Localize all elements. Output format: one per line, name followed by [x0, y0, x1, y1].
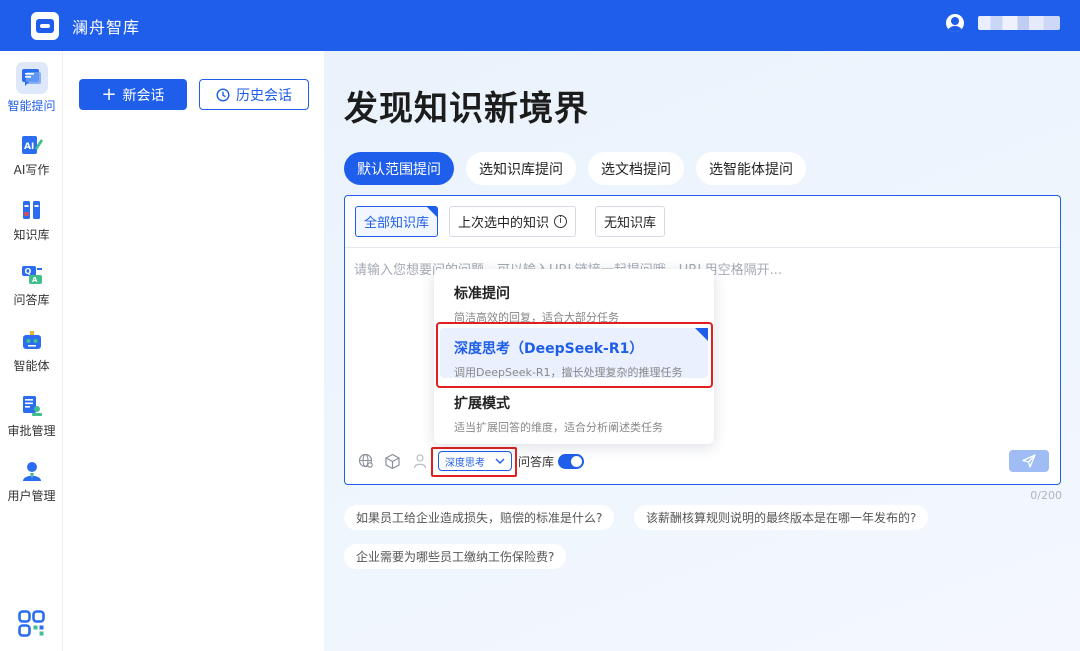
new-chat-button[interactable]: + 新会话 — [79, 79, 187, 110]
user-area[interactable] — [946, 14, 1060, 32]
mode-option-title: 扩展模式 — [454, 396, 510, 412]
user-name-blurred[interactable] — [978, 16, 1060, 30]
mode-option-standard[interactable]: 标准提问 简洁高效的回复，适合大部分任务 — [440, 273, 708, 324]
nav-label: AI写作 — [13, 163, 50, 177]
nav-label: 智能体 — [13, 359, 50, 373]
mode-select-value: 深度思考 — [445, 457, 485, 469]
char-counter: 0/200 — [1030, 489, 1062, 502]
clock-icon — [216, 87, 230, 102]
history-chat-button[interactable]: 历史会话 — [199, 79, 309, 110]
scope-label: 无知识库 — [604, 216, 657, 231]
nav-label: 智能提问 — [7, 99, 56, 113]
app-title: 澜舟智库 — [72, 17, 141, 37]
user-management-icon — [22, 462, 41, 481]
scope-all-knowledge-bases[interactable]: 全部知识库 — [355, 206, 439, 237]
scope-last-selected-knowledge[interactable]: 上次选中的知识 i — [449, 206, 577, 237]
plus-icon: + — [101, 83, 117, 105]
agent-user-icon[interactable] — [411, 453, 428, 470]
scope-row: 全部知识库 上次选中的知识 i 无知识库 — [345, 196, 1060, 248]
agent-robot-icon — [22, 331, 41, 349]
user-avatar-icon[interactable] — [946, 14, 964, 32]
svg-text:Q: Q — [24, 267, 31, 276]
app-grid-icon[interactable] — [18, 610, 45, 637]
app-logo[interactable] — [31, 11, 59, 40]
nav-label: 用户管理 — [7, 489, 56, 503]
cube-icon[interactable] — [384, 453, 401, 470]
nav-item-knowledge-base[interactable]: 知识库 — [0, 198, 63, 243]
suggested-question[interactable]: 该薪酬核算规则说明的最终版本是在哪一年发布的? — [634, 505, 929, 530]
history-panel: + 新会话 历史会话 — [64, 51, 324, 651]
tab-select-knowledge-base[interactable]: 选知识库提问 — [466, 152, 576, 185]
qa-toggle[interactable] — [558, 453, 585, 469]
nav-label: 问答库 — [13, 293, 50, 307]
mode-option-desc: 简洁高效的回复，适合大部分任务 — [454, 311, 619, 324]
send-button[interactable] — [1009, 450, 1049, 472]
mode-select[interactable]: 深度思考 — [438, 451, 512, 471]
mode-option-desc: 调用DeepSeek-R1，擅长处理复杂的推理任务 — [454, 366, 683, 379]
input-toolbar: 深度思考 问答库 — [357, 451, 585, 471]
scope-label: 全部知识库 — [364, 216, 430, 231]
mode-option-desc: 适当扩展回答的维度，适合分析阐述类任务 — [454, 421, 663, 434]
suggested-question[interactable]: 企业需要为哪些员工缴纳工伤保险费? — [344, 544, 567, 569]
left-nav: 智能提问 AI AI写作 知识库 Q A 问答库 智能体 审批管理 用户管理 — [0, 51, 63, 651]
scope-no-knowledge-base[interactable]: 无知识库 — [595, 206, 666, 237]
mode-option-deep-thinking[interactable]: 深度思考（DeepSeek-R1） 调用DeepSeek-R1，擅长处理复杂的推… — [440, 328, 708, 379]
ask-mode-tabs: 默认范围提问 选知识库提问 选文档提问 选智能体提问 — [344, 152, 806, 185]
info-icon[interactable]: i — [554, 215, 568, 228]
mode-option-title: 标准提问 — [454, 286, 510, 302]
qa-toggle-label: 问答库 — [518, 454, 555, 469]
chat-icon — [21, 69, 41, 86]
nav-label: 审批管理 — [7, 424, 56, 438]
tab-select-document[interactable]: 选文档提问 — [588, 152, 684, 185]
nav-item-ai-writing[interactable]: AI AI写作 — [0, 133, 63, 178]
web-search-icon[interactable] — [357, 453, 374, 470]
mode-option-extended[interactable]: 扩展模式 适当扩展回答的维度，适合分析阐述类任务 — [440, 383, 708, 434]
history-chat-label: 历史会话 — [236, 87, 292, 104]
send-icon — [1022, 454, 1036, 468]
suggested-question[interactable]: 如果员工给企业造成损失，赔偿的标准是什么? — [344, 505, 615, 530]
mode-option-title: 深度思考（DeepSeek-R1） — [454, 341, 644, 357]
svg-text:A: A — [32, 276, 38, 284]
scope-label: 上次选中的知识 — [458, 216, 550, 231]
svg-text:AI: AI — [24, 142, 34, 152]
page-title: 发现知识新境界 — [344, 89, 589, 129]
nav-item-user-management[interactable]: 用户管理 — [0, 459, 63, 504]
chevron-down-icon — [495, 458, 505, 464]
tab-select-agent[interactable]: 选智能体提问 — [696, 152, 806, 185]
nav-item-approval[interactable]: 审批管理 — [0, 394, 63, 439]
qa-library-icon: Q A — [21, 266, 42, 284]
tab-default-scope[interactable]: 默认范围提问 — [344, 152, 454, 185]
nav-label: 知识库 — [13, 228, 50, 242]
ai-write-icon: AI — [21, 136, 43, 154]
knowledge-base-icon — [22, 201, 40, 219]
nav-item-qa-library[interactable]: Q A 问答库 — [0, 263, 63, 308]
nav-item-agent[interactable]: 智能体 — [0, 329, 63, 374]
new-chat-label: 新会话 — [122, 87, 165, 104]
mode-dropdown: 标准提问 简洁高效的回复，适合大部分任务 深度思考（DeepSeek-R1） 调… — [434, 269, 714, 444]
nav-item-smart-ask[interactable]: 智能提问 — [0, 62, 63, 114]
approval-icon — [22, 396, 42, 416]
top-bar: 澜舟智库 — [0, 0, 1080, 51]
